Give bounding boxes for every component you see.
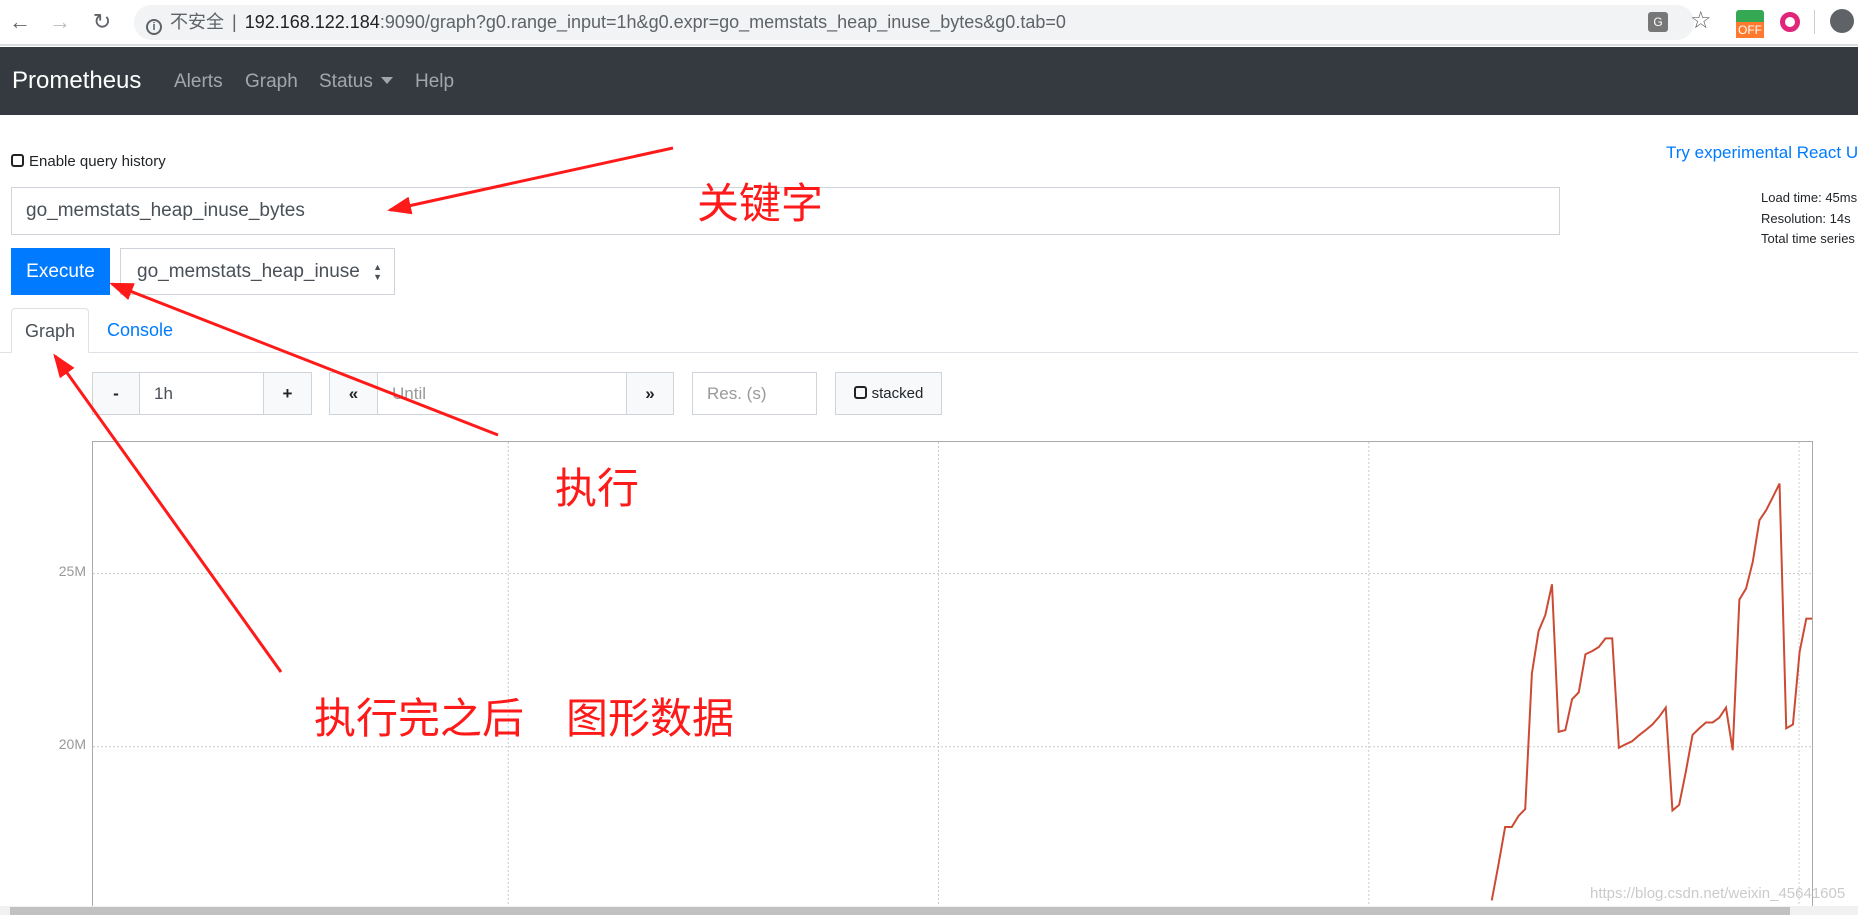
decrease-range-button[interactable]: - [92,372,140,415]
browser-toolbar: ← → ↻ i 不安全 | 192.168.122.184:9090/graph?g0… [0,0,1858,46]
select-arrows-icon: ▲ ▼ [373,262,382,282]
horizontal-scrollbar[interactable] [0,906,1858,915]
navbar: Prometheus Alerts Graph Status Help [0,47,1858,115]
stacked-toggle[interactable]: stacked [835,372,942,415]
annotation-keyword: 关键字 [697,179,824,228]
ytick-label: 25M [58,563,86,579]
graph-area[interactable] [92,441,1813,915]
brand[interactable]: Prometheus [12,67,141,95]
query-history-label: Enable query history [29,153,166,170]
security-label: 不安全 [170,12,224,32]
divider [1814,10,1815,34]
annotation-result: 执行完之后 图形数据 [314,694,735,743]
translate-icon[interactable]: G [1648,12,1668,32]
checkbox[interactable] [853,386,867,399]
extension-off-icon[interactable]: OFF [1736,10,1764,38]
url-host: 192.168.122.184 [244,12,380,32]
url-path: :9090/graph?g0.range_input=1h&g0.expr=go… [379,12,1066,32]
checkbox[interactable] [11,154,24,167]
resolution: Resolution: 14s [1761,211,1851,226]
nav-alerts[interactable]: Alerts [174,71,223,93]
fast-forward-icon[interactable]: » [626,372,674,415]
resolution-input[interactable]: Res. (s) [692,372,817,415]
stacked-label: stacked [871,385,924,402]
extension-badge: OFF [1736,22,1764,38]
reload-icon[interactable]: ↻ [88,8,116,36]
nav-graph[interactable]: Graph [245,71,298,93]
profile-avatar-icon[interactable] [1830,9,1854,33]
tab-console[interactable]: Console [94,308,186,353]
scrollbar-thumb[interactable] [10,907,1790,915]
load-time: Load time: 45ms [1761,190,1858,205]
metric-select-value: go_memstats_heap_inuse [137,261,360,282]
series-line [1490,483,1812,901]
tab-divider [0,352,1858,353]
metric-select[interactable]: go_memstats_heap_inuse ▲ ▼ [120,248,395,295]
total-time-series: Total time series [1761,231,1855,246]
until-input[interactable]: Until [377,372,627,415]
range-input[interactable]: 1h [139,372,264,415]
rewind-icon[interactable]: « [329,372,378,415]
ytick-label: 20M [58,736,86,752]
star-icon[interactable]: ☆ [1690,6,1712,35]
query-history-toggle[interactable]: Enable query history [11,153,166,170]
nav-status-label: Status [319,71,373,92]
address-bar[interactable]: i 不安全 | 192.168.122.184:9090/graph?g0.range… [134,5,1694,40]
line-chart [93,442,1812,915]
extension-icon[interactable] [1780,12,1800,32]
react-ui-link[interactable]: Try experimental React U [1666,143,1858,163]
watermark: https://blog.csdn.net/weixin_45641605 [1590,885,1846,902]
back-icon[interactable]: ← [6,8,34,36]
info-icon[interactable]: i [146,19,162,35]
execute-button[interactable]: Execute [11,248,110,295]
forward-icon[interactable]: → [46,8,74,36]
separator: | [232,12,237,32]
nav-status[interactable]: Status [319,71,393,93]
increase-range-button[interactable]: + [263,372,312,415]
tab-graph[interactable]: Graph [11,308,90,353]
caret-down-icon [380,77,393,84]
nav-help[interactable]: Help [415,71,454,93]
annotation-execute: 执行 [555,464,640,513]
